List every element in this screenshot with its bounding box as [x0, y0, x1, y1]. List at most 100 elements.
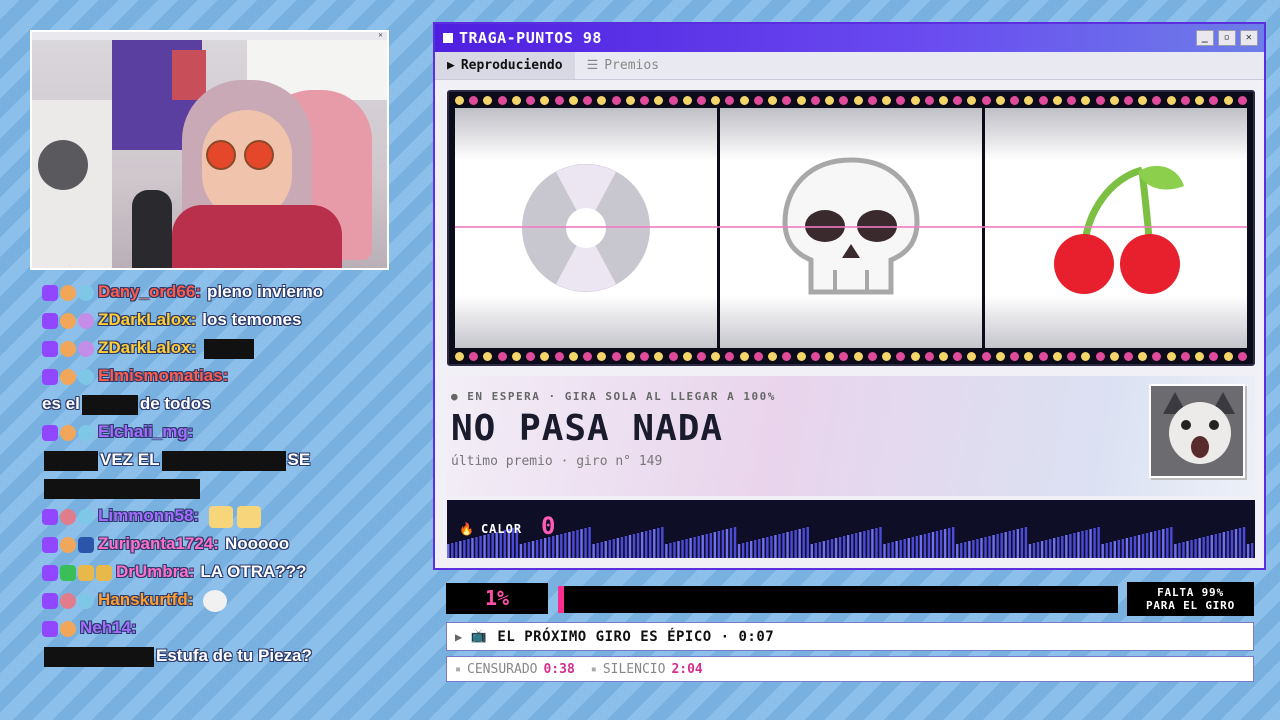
heat-bar — [1109, 542, 1112, 558]
chat-text: pleno invierno — [206, 282, 324, 301]
marquee-bulb — [611, 351, 621, 361]
heat-bar — [1024, 527, 1028, 558]
timer-label: CENSURADO — [467, 661, 538, 677]
heat-bar — [1097, 527, 1100, 558]
heat-bar — [806, 527, 809, 558]
chat-username: ZDarkLalox: — [98, 338, 197, 357]
heat-bar — [1085, 530, 1088, 558]
marquee-bulb — [554, 351, 564, 361]
heat-bar — [693, 537, 696, 558]
heat-bar — [903, 539, 906, 558]
marquee-bulb — [1109, 351, 1119, 361]
marquee-lights-top — [449, 93, 1253, 107]
marquee-bulb — [1024, 95, 1034, 105]
heat-bar — [455, 542, 458, 558]
marquee-bulb — [1209, 95, 1219, 105]
tab-bar: ▶ Reproduciendo ☰ Premios — [435, 52, 1264, 80]
spin-progress-bar — [558, 586, 1118, 613]
heat-bar — [1061, 536, 1064, 558]
twitch-badge-icon — [42, 620, 58, 637]
tab-premios[interactable]: ☰ Premios — [575, 52, 671, 79]
window-titlebar[interactable]: TRAGA-PUNTOS 98 _ ▫ ✕ — [435, 24, 1264, 52]
heat-bar — [879, 527, 882, 558]
chat-message: Elmismomatias: — [42, 362, 402, 390]
marquee-bulb — [782, 95, 792, 105]
emote-badge-icon — [78, 592, 94, 609]
marquee-bulb — [540, 95, 550, 105]
marquee-bulb — [967, 351, 977, 361]
heat-bar — [1214, 534, 1217, 558]
heat-bar — [576, 530, 579, 558]
heat-bar — [677, 541, 680, 558]
marquee-bulb — [839, 351, 849, 361]
heat-bar — [984, 537, 987, 558]
heat-bar — [1174, 544, 1177, 558]
marquee-bulb — [1195, 95, 1205, 105]
marquee-bulb — [526, 95, 536, 105]
heat-bar — [491, 533, 494, 558]
marquee-bulb — [995, 351, 1005, 361]
chat-message: VEZ EL SE — [42, 446, 402, 474]
heat-bar — [665, 544, 668, 558]
marquee-bulb — [640, 351, 650, 361]
heat-bar — [1073, 533, 1076, 558]
heat-bar — [584, 528, 587, 558]
emote-badge-icon — [78, 284, 94, 301]
marquee-bulb — [611, 95, 621, 105]
marquee-bulb — [825, 351, 835, 361]
anime-face-emote-icon — [237, 505, 262, 528]
twitch-badge-icon — [42, 508, 58, 525]
censored-text — [204, 338, 255, 359]
heat-bar — [907, 538, 910, 558]
next-spin-bar: ▶ 📺 EL PRÓXIMO GIRO ES ÉPICO · 0:07 — [446, 622, 1254, 651]
marquee-bulb — [469, 351, 479, 361]
marquee-bulb — [583, 95, 593, 105]
marquee-bulb — [1138, 351, 1148, 361]
heat-bar — [523, 543, 527, 558]
marquee-bulb — [1152, 95, 1162, 105]
heat-bar — [919, 535, 923, 558]
marquee-bulb — [711, 351, 721, 361]
marquee-bulb — [853, 351, 863, 361]
timer-label: SILENCIO — [602, 661, 666, 677]
chat-message: DrUmbra: LA OTRA??? — [42, 558, 402, 586]
twitch-badge-icon — [42, 592, 58, 609]
skull-icon — [782, 157, 920, 295]
heat-bar — [556, 535, 559, 558]
chat-username: Limmonn58: — [98, 506, 200, 525]
close-button[interactable]: ✕ — [1240, 30, 1258, 46]
tab-reproduciendo[interactable]: ▶ Reproduciendo — [435, 52, 575, 79]
heat-bar — [758, 539, 761, 558]
slot-machine-window: TRAGA-PUNTOS 98 _ ▫ ✕ ▶ Reproduciendo ☰ Pr… — [433, 22, 1266, 570]
marquee-bulb — [654, 95, 664, 105]
last-prize-line: último premio · giro n° 149 — [451, 454, 663, 469]
webcam-close-icon[interactable]: ✕ — [378, 32, 383, 40]
heat-bar — [956, 544, 959, 558]
heat-bar — [1222, 532, 1226, 558]
marquee-bulb — [882, 351, 892, 361]
heat-bar — [459, 541, 462, 558]
chat-text: es el — [42, 394, 80, 413]
heat-bar — [535, 540, 539, 558]
heat-bar — [855, 533, 858, 558]
marquee-bulb — [682, 95, 692, 105]
heat-bar — [1198, 538, 1201, 558]
marquee-bulb — [668, 351, 678, 361]
sword-badge-icon — [60, 564, 76, 581]
marquee-bulb — [711, 95, 721, 105]
marquee-bulb — [810, 95, 820, 105]
marquee-bulb — [526, 351, 536, 361]
maximize-button[interactable]: ▫ — [1218, 30, 1236, 46]
heat-bar — [612, 539, 616, 558]
heat-label-text: CALOR — [480, 522, 523, 536]
flame-icon: 🔥 — [459, 522, 475, 536]
timers-bar: ▪ CENSURADO 0:38 ▪ SILENCIO 2:04 — [446, 656, 1254, 682]
minimize-button[interactable]: _ — [1196, 30, 1214, 46]
heat-bar — [463, 540, 466, 558]
chat-username: ZDarkLalox: — [98, 310, 197, 329]
marquee-bulb — [1124, 351, 1134, 361]
heat-bar — [1089, 529, 1092, 558]
marquee-bulb — [924, 351, 934, 361]
emote-badge-icon — [78, 312, 94, 329]
chat-username: Dany_ord66: — [98, 282, 201, 301]
